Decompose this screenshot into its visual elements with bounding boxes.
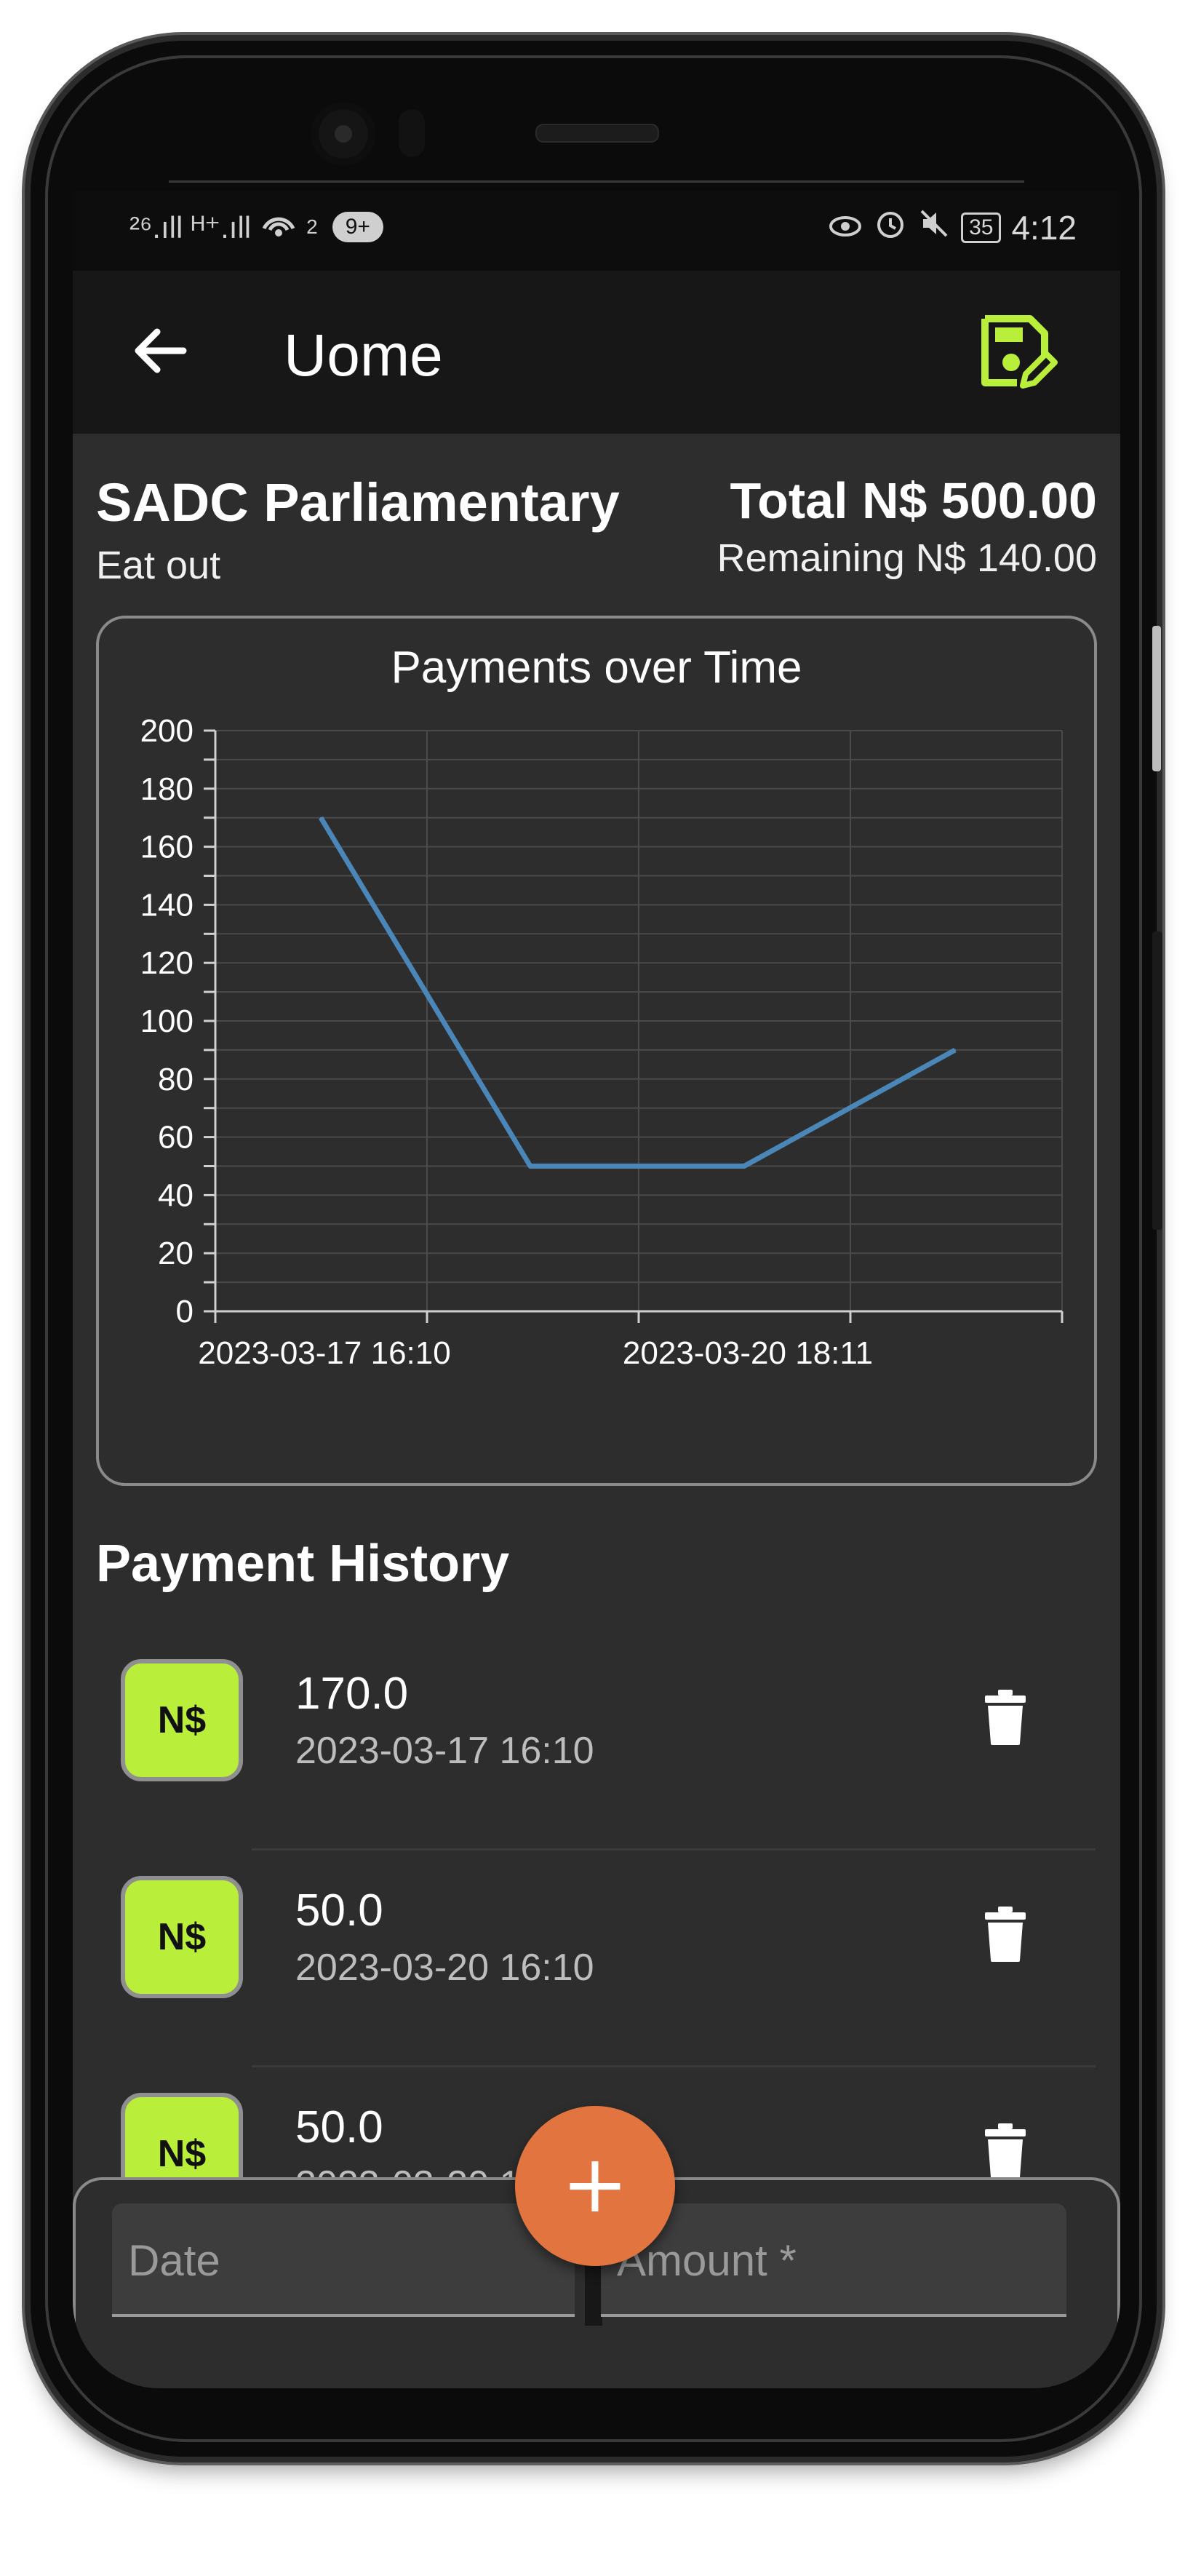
y-tick-label: 180 <box>140 771 193 807</box>
amount-field[interactable]: Amount * <box>601 2203 1066 2317</box>
delete-payment-button[interactable] <box>983 2122 1027 2180</box>
payment-data-point <box>954 1049 956 1051</box>
delete-payment-button[interactable] <box>983 1688 1027 1746</box>
y-tick-label: 0 <box>176 1294 193 1329</box>
bezel-divider <box>169 180 1024 183</box>
phone-side-button <box>1152 626 1161 771</box>
payment-data-point <box>530 1165 531 1167</box>
x-tick-label: 2023-03-17 16:10 <box>198 1335 450 1371</box>
list-divider <box>252 2065 1096 2067</box>
status-bar: ²⁶.ıll ᴴ⁺.ıll 2 9+ 35 4:12 <box>73 191 1120 271</box>
save-edit-button[interactable] <box>975 309 1062 396</box>
payments-chart-card: Payments over Time 0 20 40 60 80 100 120 140 160 1… <box>96 616 1097 1486</box>
date-field[interactable]: Date <box>112 2203 575 2317</box>
wifi-icon <box>258 207 299 247</box>
event-name: SADC Parliamentary <box>96 472 620 533</box>
battery-icon: 35 <box>961 212 1002 243</box>
y-tick-label: 40 <box>158 1177 193 1213</box>
y-tick-label: 20 <box>158 1236 193 1271</box>
notification-count-badge: 9+ <box>332 212 383 242</box>
event-category: Eat out <box>96 544 221 587</box>
payment-history-item[interactable]: N$ 50.0 2023-03-20 16:10 <box>73 1859 1120 2077</box>
status-right: 35 4:12 <box>827 207 1077 248</box>
payment-amount: 50.0 <box>295 2102 383 2152</box>
date-field-label: Date <box>128 2236 220 2285</box>
trash-icon <box>985 2123 1026 2179</box>
trash-icon <box>985 1690 1026 1745</box>
y-tick-label: 80 <box>158 1062 193 1097</box>
currency-badge: N$ <box>121 1659 243 1781</box>
payment-date: 2023-03-20 16:10 <box>295 1947 594 1989</box>
back-button[interactable] <box>124 314 196 387</box>
payment-history-title: Payment History <box>96 1535 510 1593</box>
y-tick-label: 60 <box>158 1120 193 1156</box>
proximity-sensor <box>399 109 425 157</box>
arrow-back-icon <box>135 328 187 373</box>
eye-comfort-icon <box>827 208 863 247</box>
y-tick-label: 160 <box>140 830 193 865</box>
app-bar: Uome <box>73 271 1120 434</box>
front-camera <box>311 102 375 166</box>
alarm-icon <box>874 207 907 248</box>
status-left: ²⁶.ıll ᴴ⁺.ıll 2 9+ <box>129 207 383 247</box>
payments-line-chart: Payments over Time 0 20 40 60 80 100 120 140 160 1… <box>140 643 1064 1371</box>
list-divider <box>252 1848 1096 1850</box>
delete-payment-button[interactable] <box>983 1905 1027 1963</box>
y-tick-label: 100 <box>140 1003 193 1039</box>
y-tick-label: 140 <box>140 887 193 923</box>
currency-badge: N$ <box>121 1876 243 1998</box>
save-edit-icon <box>981 315 1058 389</box>
wifi-superscript: 2 <box>306 215 318 238</box>
page-title: Uome <box>284 322 443 389</box>
payment-amount: 170.0 <box>295 1669 409 1719</box>
mute-icon <box>917 207 951 248</box>
y-tick-label: 120 <box>140 945 193 981</box>
earpiece-speaker <box>535 124 659 143</box>
x-tick-label: 2023-03-20 18:11 <box>623 1335 873 1371</box>
trash-icon <box>985 1907 1026 1962</box>
add-payment-fab[interactable]: + <box>515 2106 675 2266</box>
payment-data-point <box>320 816 322 819</box>
main-content: SADC Parliamentary Eat out Total N$ 500.… <box>73 434 1120 2388</box>
phone-power-button <box>1152 931 1162 1230</box>
event-remaining: Remaining N$ 140.00 <box>717 536 1097 580</box>
signal-icon: ²⁶.ıll ᴴ⁺.ıll <box>129 210 252 245</box>
clock-time: 4:12 <box>1011 208 1077 247</box>
event-total: Total N$ 500.00 <box>730 472 1098 529</box>
payment-date: 2023-03-17 16:10 <box>295 1730 594 1772</box>
chart-title: Payments over Time <box>391 643 802 693</box>
payment-data-point <box>743 1165 745 1167</box>
payment-history-item[interactable]: N$ 170.0 2023-03-17 16:10 <box>73 1642 1120 1860</box>
y-tick-label: 200 <box>140 713 193 749</box>
payment-amount: 50.0 <box>295 1885 383 1936</box>
app-screen: ²⁶.ıll ᴴ⁺.ıll 2 9+ 35 4:12 Uome SADC Par… <box>73 191 1120 2388</box>
